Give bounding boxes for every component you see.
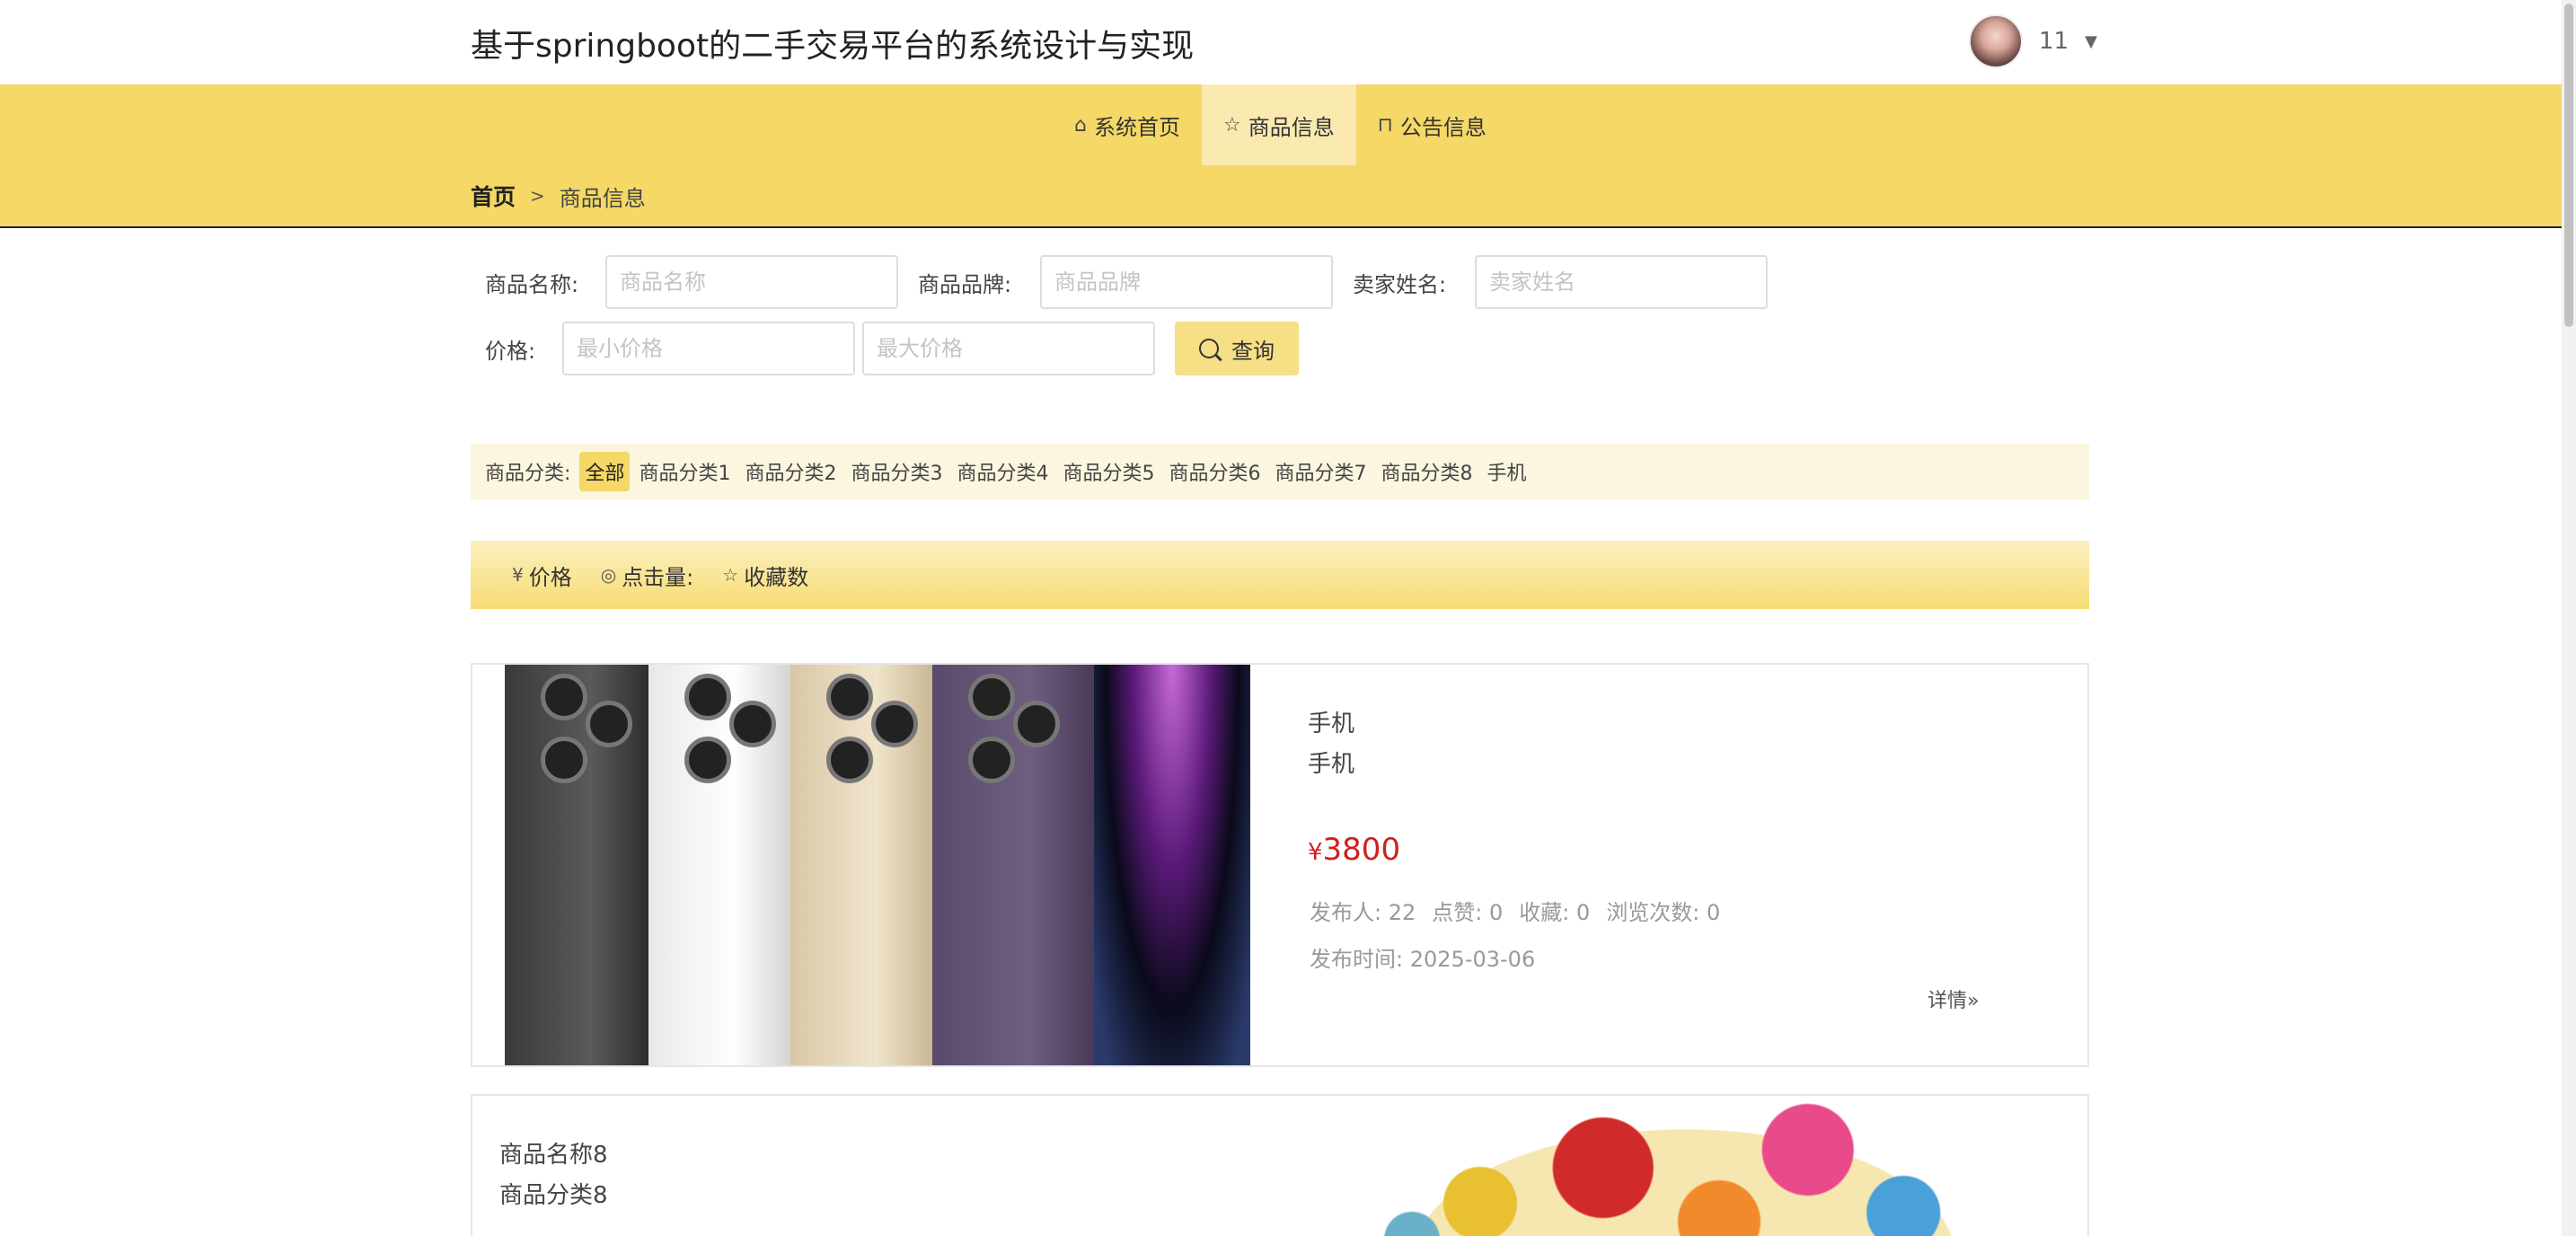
sort-price-label: 价格 xyxy=(528,564,572,590)
chevron-down-icon[interactable]: ▼ xyxy=(2085,32,2097,51)
phone-black-image xyxy=(505,665,648,1065)
search-icon xyxy=(1199,339,1219,358)
product-name-input[interactable] xyxy=(605,255,898,309)
star-icon: ☆ xyxy=(1222,113,1241,137)
sort-by-clicks[interactable]: ◎ 点击量: xyxy=(601,560,694,591)
category-item[interactable]: 商品分类8 xyxy=(1375,452,1478,491)
min-price-input[interactable] xyxy=(562,322,855,375)
sort-by-favorites[interactable]: ☆ 收藏数 xyxy=(722,560,808,591)
likes-label: 点赞: xyxy=(1432,900,1483,925)
yen-icon: ¥ xyxy=(512,564,524,586)
seller-input[interactable] xyxy=(1475,255,1768,309)
product-price: ¥3800 xyxy=(1308,832,1400,868)
phone-silver-image xyxy=(648,665,790,1065)
breadcrumb: 首页 > 商品信息 xyxy=(471,180,646,212)
category-item[interactable]: 商品分类2 xyxy=(739,452,842,491)
product-name-label: 商品名称: xyxy=(485,271,579,297)
star-icon: ☆ xyxy=(722,564,739,586)
sort-by-price[interactable]: ¥ 价格 xyxy=(512,560,572,591)
category-filter: 商品分类: 全部 商品分类1 商品分类2 商品分类3 商品分类4 商品分类5 商… xyxy=(471,444,2089,499)
time-label: 发布时间: xyxy=(1310,947,1404,972)
category-item[interactable]: 商品分类7 xyxy=(1269,452,1372,491)
phone-purple-image xyxy=(932,665,1094,1065)
nav-item-notices[interactable]: ⊓ 公告信息 xyxy=(1356,84,1508,165)
category-item[interactable]: 商品分类4 xyxy=(951,452,1054,491)
brand-label: 商品品牌: xyxy=(918,271,1012,297)
phone-screen-image xyxy=(1094,665,1250,1065)
product-card[interactable]: 手机 手机 ¥3800 发布人: 22 点赞: 0 收藏: 0 浏览次数: 0 … xyxy=(471,663,2089,1067)
product-info: 商品名称8 商品分类8 xyxy=(499,1135,608,1216)
favorites-value: 0 xyxy=(1576,900,1591,925)
eye-icon: ◎ xyxy=(600,564,617,586)
product-category: 手机 xyxy=(1308,751,1355,778)
breadcrumb-separator: > xyxy=(530,185,545,207)
max-price-input[interactable] xyxy=(862,322,1155,375)
category-item[interactable]: 手机 xyxy=(1481,452,1531,491)
product-name: 手机 xyxy=(1308,711,1355,737)
publisher-label: 发布人: xyxy=(1310,900,1382,925)
nav-band: ⌂ 系统首页 ☆ 商品信息 ⊓ 公告信息 首页 > 商品信息 xyxy=(0,84,2562,228)
sort-clicks-label: 点击量: xyxy=(622,564,694,590)
brand-input[interactable] xyxy=(1040,255,1333,309)
category-label: 商品分类: xyxy=(485,463,571,485)
search-row-1: 商品名称: 商品品牌: 卖家姓名: xyxy=(485,255,1768,309)
category-item[interactable]: 商品分类5 xyxy=(1057,452,1160,491)
likes-value: 0 xyxy=(1489,900,1504,925)
query-button[interactable]: 查询 xyxy=(1175,322,1299,375)
nav-item-products[interactable]: ☆ 商品信息 xyxy=(1201,84,1356,165)
detail-link[interactable]: 详情» xyxy=(1928,984,1979,1013)
search-row-2: 价格: 查询 xyxy=(485,322,1299,375)
avatar[interactable] xyxy=(1969,14,2023,68)
nav-item-home[interactable]: ⌂ 系统首页 xyxy=(1053,84,1202,165)
views-value: 0 xyxy=(1707,900,1721,925)
bag-icon: ⊓ xyxy=(1377,113,1393,137)
user-menu[interactable]: 11 ▼ xyxy=(1969,13,2097,70)
price-label: 价格: xyxy=(485,338,536,364)
category-item[interactable]: 商品分类3 xyxy=(845,452,948,491)
product-stats: 发布人: 22 点赞: 0 收藏: 0 浏览次数: 0 xyxy=(1310,895,1720,926)
category-item-all[interactable]: 全部 xyxy=(579,452,631,491)
sort-bar: ¥ 价格 ◎ 点击量: ☆ 收藏数 xyxy=(471,541,2089,609)
product-image[interactable] xyxy=(1344,1096,2026,1236)
product-image[interactable] xyxy=(505,665,1250,1065)
scrollbar[interactable] xyxy=(2562,0,2576,1236)
product-info: 手机 手机 xyxy=(1308,704,1354,785)
site-title: 基于springboot的二手交易平台的系统设计与实现 xyxy=(471,28,1195,65)
favorites-label: 收藏: xyxy=(1519,900,1570,925)
main-nav: ⌂ 系统首页 ☆ 商品信息 ⊓ 公告信息 xyxy=(1053,84,1508,165)
category-item[interactable]: 商品分类6 xyxy=(1163,452,1266,491)
breadcrumb-home[interactable]: 首页 xyxy=(471,180,516,212)
views-label: 浏览次数: xyxy=(1606,900,1700,925)
scrollbar-thumb[interactable] xyxy=(2564,4,2573,327)
top-header: 基于springboot的二手交易平台的系统设计与实现 11 ▼ xyxy=(0,0,2562,84)
query-button-label: 查询 xyxy=(1231,338,1275,364)
home-icon: ⌂ xyxy=(1074,113,1087,137)
breadcrumb-current: 商品信息 xyxy=(559,185,646,211)
product-category: 商品分类8 xyxy=(499,1182,608,1209)
publisher-value: 22 xyxy=(1388,900,1416,925)
sort-favorites-label: 收藏数 xyxy=(744,564,809,590)
product-card[interactable]: 商品名称8 商品分类8 xyxy=(471,1094,2089,1236)
product-time: 发布时间: 2025-03-06 xyxy=(1310,941,1535,973)
nav-item-label: 系统首页 xyxy=(1093,114,1180,140)
time-value: 2025-03-06 xyxy=(1409,947,1536,972)
category-item[interactable]: 商品分类1 xyxy=(633,452,736,491)
nav-item-label: 商品信息 xyxy=(1248,114,1335,140)
phone-gold-image xyxy=(790,665,932,1065)
nav-item-label: 公告信息 xyxy=(1399,114,1486,140)
price-value: 3800 xyxy=(1322,832,1401,868)
currency-symbol: ¥ xyxy=(1308,839,1323,866)
user-name[interactable]: 11 xyxy=(2039,28,2069,55)
seller-label: 卖家姓名: xyxy=(1353,271,1447,297)
product-name: 商品名称8 xyxy=(499,1142,608,1169)
